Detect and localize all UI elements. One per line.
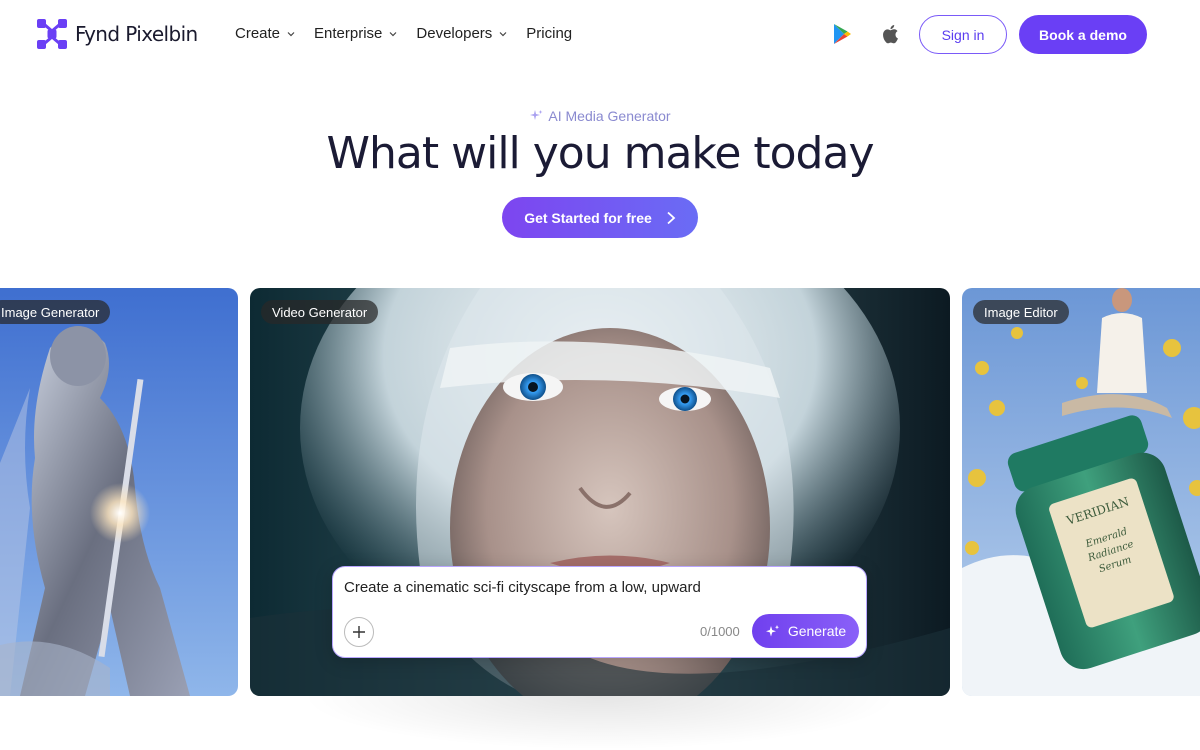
top-navigation-bar: Fynd Pixelbin Create Enterprise Develope…: [0, 0, 1200, 70]
nav-item-developers[interactable]: Developers: [416, 25, 508, 42]
nav-item-label: Create: [235, 25, 281, 42]
generate-button[interactable]: Generate: [752, 614, 859, 648]
nav-item-enterprise[interactable]: Enterprise: [314, 25, 398, 42]
character-counter: 0/1000: [700, 624, 740, 639]
prompt-box: Create a cinematic sci-fi cityscape from…: [332, 566, 867, 658]
google-play-icon[interactable]: [830, 22, 854, 46]
prompt-input[interactable]: Create a cinematic sci-fi cityscape from…: [344, 579, 701, 596]
get-started-label: Get Started for free: [524, 209, 652, 226]
card-shadow: [300, 696, 900, 750]
sign-in-button[interactable]: Sign in: [919, 15, 1007, 54]
veridian-serum-jar-image: VERIDIAN Emerald Radiance Serum: [962, 288, 1200, 696]
brand-logo[interactable]: Fynd Pixelbin: [37, 19, 198, 49]
image-generator-card[interactable]: Image Generator: [0, 288, 238, 696]
generate-label: Generate: [787, 623, 847, 639]
image-editor-card[interactable]: VERIDIAN Emerald Radiance Serum Image Ed…: [962, 288, 1200, 696]
apple-icon[interactable]: [879, 22, 903, 46]
armored-knight-image: [0, 288, 238, 696]
chevron-down-icon: [499, 31, 507, 36]
nav-item-create[interactable]: Create: [235, 25, 296, 42]
chevron-down-icon: [287, 31, 295, 36]
card-tag: Image Generator: [0, 300, 111, 324]
nav-item-pricing[interactable]: Pricing: [526, 25, 572, 42]
main-nav: Create Enterprise Developers Pricing: [235, 25, 590, 42]
sparkle-icon: [765, 624, 779, 636]
brand-name: Fynd Pixelbin: [75, 22, 198, 46]
plus-icon: [353, 626, 365, 638]
chevron-down-icon: [389, 31, 397, 36]
eyebrow-label: AI Media Generator: [548, 108, 671, 124]
sparkle-icon: [530, 110, 543, 120]
hero-eyebrow: AI Media Generator: [0, 108, 1200, 124]
nav-item-label: Pricing: [526, 25, 573, 42]
pixelbin-x-logo-icon: [37, 19, 67, 49]
get-started-button[interactable]: Get Started for free: [502, 197, 698, 238]
card-tag: Video Generator: [261, 300, 379, 324]
chevron-right-icon: [667, 211, 676, 224]
nav-item-label: Enterprise: [314, 25, 383, 42]
page-title: What will you make today: [326, 128, 875, 179]
card-tag: Image Editor: [973, 300, 1069, 324]
nav-item-label: Developers: [416, 25, 493, 42]
add-attachment-button[interactable]: [344, 617, 374, 647]
book-demo-button[interactable]: Book a demo: [1019, 15, 1147, 54]
